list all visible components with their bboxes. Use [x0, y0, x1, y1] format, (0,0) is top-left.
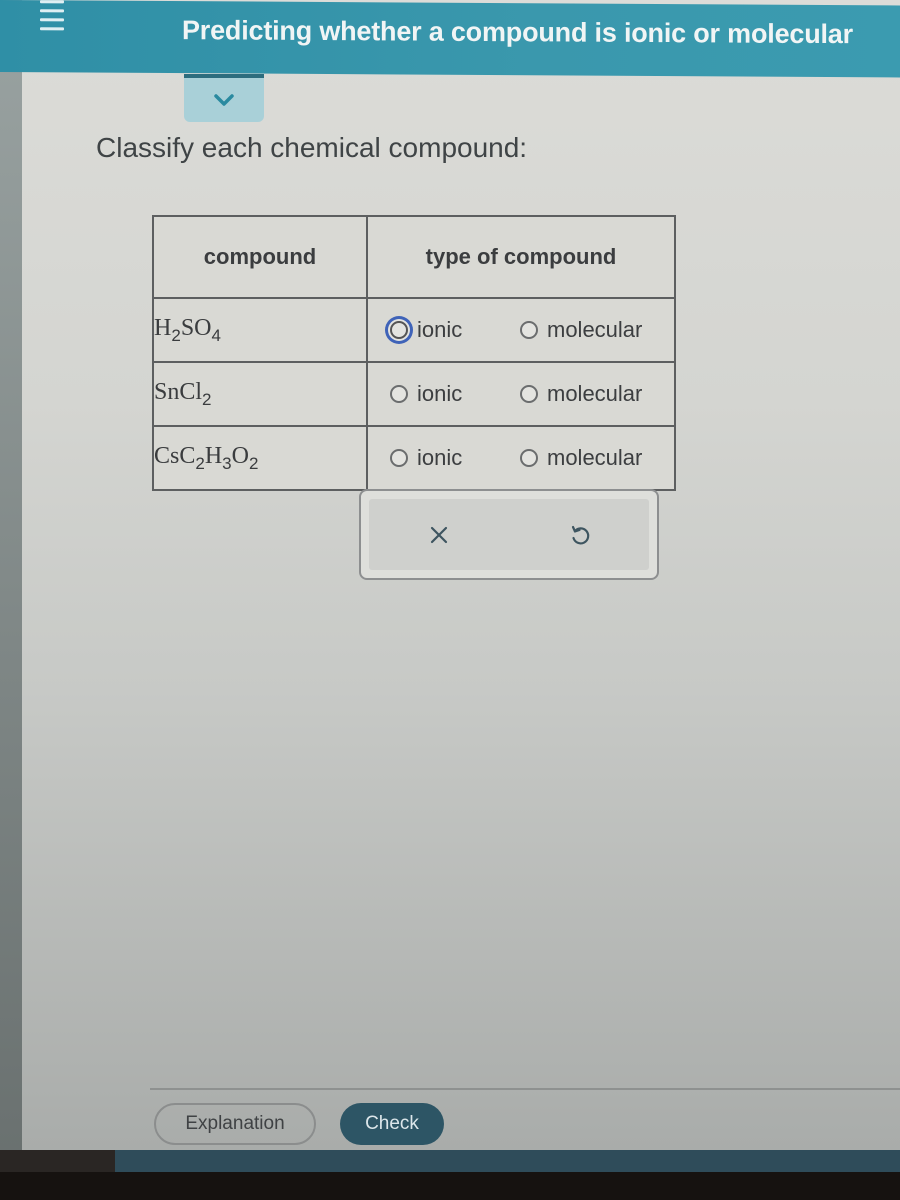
- formula-element: SnCl: [154, 378, 203, 405]
- formula-subscript: 2: [171, 325, 181, 345]
- table-row: SnCl2 ionic molecular: [152, 361, 676, 427]
- compound-type-options: ionic molecular: [366, 425, 676, 491]
- page-title: Predicting whether a compound is ionic o…: [182, 15, 853, 50]
- undo-icon: [571, 525, 590, 544]
- compound-formula: SnCl2: [152, 361, 368, 427]
- radio-label: molecular: [547, 445, 643, 470]
- radio-button[interactable]: [390, 321, 408, 339]
- radio-option-ionic[interactable]: ionic: [390, 317, 520, 343]
- radio-option-molecular[interactable]: molecular: [520, 445, 642, 471]
- header-compound: compound: [152, 215, 368, 299]
- formula-element: H: [204, 442, 223, 469]
- formula-subscript: 4: [211, 325, 221, 345]
- compound-formula: CsC2H3O2: [152, 425, 368, 491]
- clear-button[interactable]: [419, 515, 459, 555]
- formula-element: O: [231, 442, 249, 469]
- explanation-button[interactable]: Explanation: [154, 1103, 316, 1145]
- formula-element: CsC: [154, 442, 196, 469]
- radio-label: ionic: [417, 445, 463, 470]
- radio-option-ionic[interactable]: ionic: [390, 445, 520, 471]
- table-row: CsC2H3O2 ionic molecular: [152, 425, 676, 491]
- compound-formula: H2SO4: [152, 297, 368, 363]
- x-icon: [430, 526, 448, 543]
- radio-label: molecular: [547, 317, 643, 342]
- radio-label: molecular: [547, 381, 643, 406]
- screen-bezel-bottom: [0, 1172, 900, 1200]
- formula-subscript: 3: [222, 453, 232, 473]
- header-type: type of compound: [366, 215, 676, 299]
- taskbar-edge: [115, 1150, 900, 1172]
- radio-button[interactable]: [520, 321, 538, 339]
- table-row: H2SO4 ionic molecular: [152, 297, 676, 363]
- radio-label: ionic: [417, 317, 463, 342]
- screen-bezel: [0, 1150, 115, 1172]
- chevron-down-icon: [214, 94, 234, 106]
- collapse-toggle[interactable]: [184, 74, 264, 122]
- formula-subscript: 2: [202, 389, 212, 409]
- radio-option-molecular[interactable]: molecular: [520, 317, 642, 343]
- radio-label: ionic: [417, 381, 463, 406]
- compound-type-options: ionic molecular: [366, 297, 676, 363]
- classification-table: compound type of compound H2SO4 ionic mole…: [152, 215, 676, 491]
- formula-subscript: 2: [248, 453, 259, 473]
- radio-button[interactable]: [390, 449, 408, 467]
- header-bar: Predicting whether a compound is ionic o…: [0, 0, 900, 78]
- check-button[interactable]: Check: [340, 1103, 444, 1145]
- answer-actions: [359, 489, 659, 580]
- question-prompt: Classify each chemical compound:: [96, 132, 528, 163]
- left-edge: [0, 0, 22, 1150]
- hamburger-menu-icon[interactable]: [40, 0, 64, 31]
- compound-type-options: ionic molecular: [366, 361, 676, 427]
- formula-subscript: 2: [195, 453, 205, 473]
- radio-option-molecular[interactable]: molecular: [520, 381, 642, 407]
- radio-button[interactable]: [520, 449, 538, 467]
- radio-option-ionic[interactable]: ionic: [390, 381, 520, 407]
- formula-element: H: [154, 314, 172, 341]
- formula-element: SO: [180, 314, 212, 341]
- footer-divider: [150, 1088, 900, 1090]
- radio-button[interactable]: [520, 385, 538, 403]
- undo-button[interactable]: [559, 515, 599, 555]
- radio-button[interactable]: [390, 385, 408, 403]
